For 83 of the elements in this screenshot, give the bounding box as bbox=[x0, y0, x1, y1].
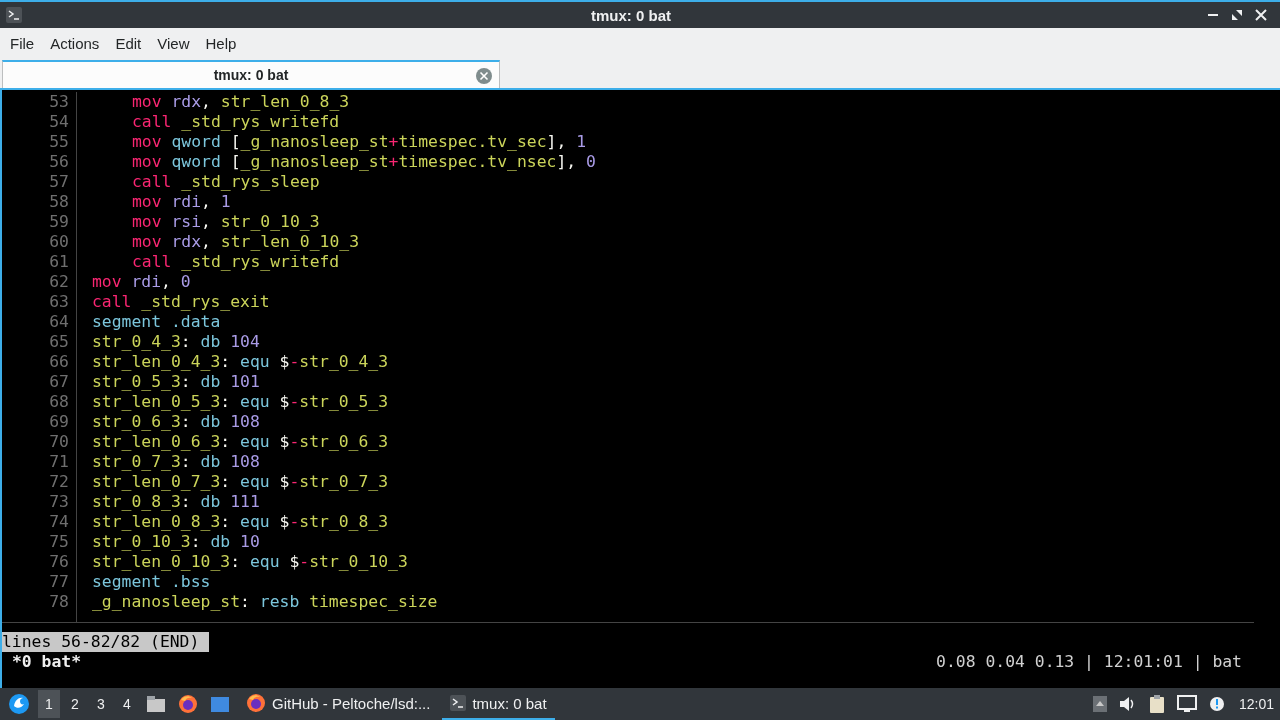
line-number: 74 bbox=[48, 512, 70, 532]
window-icon[interactable] bbox=[210, 695, 230, 713]
firefox-icon bbox=[178, 694, 198, 714]
terminal-tab[interactable]: tmux: 0 bat bbox=[2, 60, 500, 88]
maximize-icon[interactable] bbox=[1231, 9, 1243, 21]
line-number: 66 bbox=[48, 352, 70, 372]
line-number: 60 bbox=[48, 232, 70, 252]
workspace-button[interactable]: 2 bbox=[64, 690, 86, 718]
code-line: mov rdi, 0 bbox=[92, 272, 191, 292]
code-line: str_0_5_3: db 101 bbox=[92, 372, 260, 392]
code-line: str_len_0_8_3: equ $-str_0_8_3 bbox=[92, 512, 389, 532]
line-number: 73 bbox=[48, 492, 70, 512]
workspace-button[interactable]: 1 bbox=[38, 690, 60, 718]
line-number: 75 bbox=[48, 532, 70, 552]
line-number: 54 bbox=[48, 112, 70, 132]
code-line: str_0_8_3: db 111 bbox=[92, 492, 260, 512]
code-line: call _std_rys_exit bbox=[92, 292, 270, 312]
line-number: 67 bbox=[48, 372, 70, 392]
menu-item[interactable]: Help bbox=[197, 34, 245, 52]
line-number: 62 bbox=[48, 272, 70, 292]
notification-icon[interactable] bbox=[1208, 696, 1225, 712]
tmux-window-label: *0 bat* bbox=[12, 652, 82, 672]
code-line: segment .bss bbox=[92, 572, 211, 592]
line-number: 72 bbox=[48, 472, 70, 492]
firefox-icon bbox=[246, 693, 266, 713]
close-icon[interactable] bbox=[1255, 9, 1267, 21]
workspace-button[interactable]: 3 bbox=[90, 690, 112, 718]
line-number: 57 bbox=[48, 172, 70, 192]
code-line: mov rdi, 1 bbox=[131, 192, 231, 212]
code-line: str_0_6_3: db 108 bbox=[92, 412, 260, 432]
taskbar-window-button[interactable]: tmux: 0 bat bbox=[442, 688, 555, 720]
line-number: 69 bbox=[48, 412, 70, 432]
tmux-status-info: 0.08 0.04 0.13 | 12:01:01 | bat bbox=[936, 652, 1242, 672]
line-number: 65 bbox=[48, 332, 70, 352]
clock: 12:01 bbox=[1238, 696, 1274, 712]
line-number: 76 bbox=[48, 552, 70, 572]
line-number: 61 bbox=[48, 252, 70, 272]
code-line: str_0_4_3: db 104 bbox=[92, 332, 260, 352]
code-line: str_len_0_5_3: equ $-str_0_5_3 bbox=[92, 392, 389, 412]
menu-item[interactable]: Actions bbox=[42, 34, 108, 52]
line-number: 58 bbox=[48, 192, 70, 212]
code-line: str_0_7_3: db 108 bbox=[92, 452, 260, 472]
code-line: _g_nanosleep_st: resb timespec_size bbox=[92, 592, 438, 612]
line-number: 59 bbox=[48, 212, 70, 232]
code-line: mov rdx, str_len_0_8_3 bbox=[131, 92, 350, 112]
clipboard-icon[interactable] bbox=[1148, 694, 1165, 714]
line-number: 56 bbox=[48, 152, 70, 172]
terminal-icon bbox=[6, 7, 22, 23]
line-number: 64 bbox=[48, 312, 70, 332]
line-number: 63 bbox=[48, 292, 70, 312]
line-number: 55 bbox=[48, 132, 70, 152]
network-icon[interactable] bbox=[1176, 695, 1197, 713]
code-line: str_len_0_6_3: equ $-str_0_6_3 bbox=[92, 432, 389, 452]
code-line: str_len_0_7_3: equ $-str_0_7_3 bbox=[92, 472, 389, 492]
text-cursor bbox=[199, 632, 210, 652]
code-line: str_0_10_3: db 10 bbox=[92, 532, 260, 552]
code-line: str_len_0_4_3: equ $-str_0_4_3 bbox=[92, 352, 389, 372]
line-number: 53 bbox=[48, 92, 70, 112]
pager-status: lines 56-82/82 (END) bbox=[2, 632, 200, 652]
code-line: str_len_0_10_3: equ $-str_0_10_3 bbox=[92, 552, 408, 572]
code-line: call _std_rys_writefd bbox=[131, 112, 340, 132]
menu-item[interactable]: File bbox=[2, 34, 43, 52]
line-number: 68 bbox=[48, 392, 70, 412]
start-menu-icon[interactable] bbox=[8, 693, 30, 715]
tray-expand-icon[interactable] bbox=[1092, 696, 1107, 712]
line-number: 71 bbox=[48, 452, 70, 472]
window-title: tmux: 0 bat bbox=[590, 6, 671, 24]
workspace-button[interactable]: 4 bbox=[116, 690, 138, 718]
line-number: 77 bbox=[48, 572, 70, 592]
line-number: 78 bbox=[48, 592, 70, 612]
code-line: call _std_rys_sleep bbox=[131, 172, 320, 192]
code-line: mov rsi, str_0_10_3 bbox=[131, 212, 320, 232]
line-number: 70 bbox=[48, 432, 70, 452]
code-line: segment .data bbox=[92, 312, 221, 332]
code-line: call _std_rys_writefd bbox=[131, 252, 340, 272]
folder-icon[interactable] bbox=[146, 695, 166, 713]
code-line: mov rdx, str_len_0_10_3 bbox=[131, 232, 359, 252]
menu-item[interactable]: Edit bbox=[107, 34, 150, 52]
menu-item[interactable]: View bbox=[149, 34, 198, 52]
taskbar-window-button[interactable]: GitHub - Peltoche/lsd:... bbox=[238, 688, 439, 720]
code-line: mov qword [_g_nanosleep_st+timespec.tv_sec], 1 bbox=[131, 132, 586, 152]
code-line: mov qword [_g_nanosleep_st+timespec.tv_nsec], 0 bbox=[131, 152, 596, 172]
terminal-icon bbox=[450, 695, 467, 711]
